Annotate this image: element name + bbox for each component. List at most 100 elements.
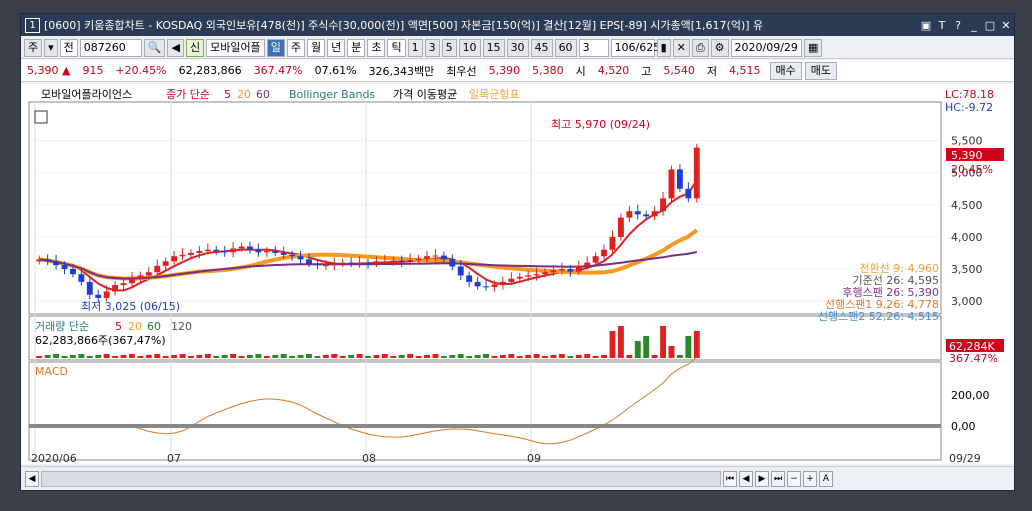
- interval-30[interactable]: 30: [506, 38, 529, 57]
- candle-body: [137, 275, 144, 279]
- volume-bar: [339, 356, 346, 358]
- interval-60[interactable]: 60: [554, 38, 577, 57]
- close-icon[interactable]: ✕: [998, 19, 1014, 32]
- volume-bar: [103, 354, 110, 358]
- volume-bar: [474, 355, 481, 358]
- candle-body: [188, 252, 194, 255]
- period-month[interactable]: 월: [306, 38, 326, 57]
- date-input[interactable]: 2020/09/29: [730, 38, 802, 57]
- prev-button[interactable]: 전: [59, 38, 78, 57]
- text-size-icon[interactable]: A: [819, 470, 833, 487]
- period-year[interactable]: 년: [327, 38, 346, 57]
- next-icon[interactable]: ▶: [755, 470, 769, 487]
- candle-body: [617, 217, 624, 237]
- period-tick[interactable]: 틱: [387, 38, 406, 57]
- stock-code-input[interactable]: 087260: [79, 38, 142, 57]
- interval-15[interactable]: 15: [482, 38, 505, 57]
- interval-1[interactable]: 1: [407, 38, 423, 57]
- candle-body: [601, 249, 608, 257]
- volume-bar: [221, 355, 228, 358]
- first-icon[interactable]: ⏮: [723, 470, 737, 487]
- volume-bar: [61, 356, 68, 358]
- volume-bar: [137, 356, 144, 358]
- amount: 326,343백만: [368, 64, 435, 78]
- period-week[interactable]: 주: [286, 38, 305, 57]
- last-icon[interactable]: ⏭: [771, 470, 785, 487]
- candle-body: [474, 281, 481, 287]
- crosshair-icon[interactable]: ✕: [672, 38, 690, 57]
- maximize-icon[interactable]: □: [982, 19, 998, 32]
- volume-bar: [626, 355, 633, 358]
- speaker-icon[interactable]: ◀: [167, 38, 184, 57]
- x-tick-label: 2020/06: [31, 452, 77, 464]
- volume-bar: [651, 355, 658, 358]
- candle-body: [449, 259, 456, 267]
- y-tick-label: 4,500: [951, 199, 983, 212]
- interval-10[interactable]: 10: [458, 38, 481, 57]
- help-icon[interactable]: ?: [950, 19, 966, 32]
- volume-bar: [567, 356, 574, 358]
- buy-button[interactable]: 매수: [769, 61, 802, 80]
- candle-body: [457, 266, 464, 276]
- candle-body: [162, 261, 169, 266]
- macd-tick-200: 200,00: [951, 389, 990, 402]
- minimize-icon[interactable]: _: [966, 19, 982, 32]
- interval-input[interactable]: 3: [578, 38, 609, 57]
- legend-ma-5: 5: [224, 88, 231, 101]
- open-price: 4,520: [597, 64, 630, 77]
- volume-bar: [449, 355, 456, 358]
- table-icon[interactable]: [34, 110, 48, 124]
- candle-body: [542, 272, 548, 275]
- candle-body: [128, 278, 135, 284]
- x-tick-label: 09: [527, 452, 541, 464]
- gear-icon[interactable]: ⚙: [710, 38, 729, 57]
- volume-bar: [238, 356, 245, 358]
- bars-icon[interactable]: ▮: [656, 38, 671, 57]
- chart-area[interactable]: 5,500 5,000 4,500 4,000 3,500 3,000 2020/06 07…: [21, 84, 1014, 465]
- market-select[interactable]: 주: [24, 38, 43, 57]
- volume-ma-5: 5: [115, 320, 122, 333]
- candle-body: [213, 249, 220, 252]
- volume-bar: [272, 355, 279, 358]
- candle-body: [230, 248, 237, 253]
- title-bar[interactable]: 1 [0600] 키움종합차트 - KOSDAQ 외국인보유[478(천)] 주…: [21, 14, 1014, 36]
- window-number: 1: [25, 17, 40, 33]
- best-label: 최우선: [446, 64, 477, 78]
- page-count: 106/625: [610, 38, 660, 57]
- new-label[interactable]: 신: [185, 38, 205, 57]
- zoom-in-icon[interactable]: +: [803, 470, 817, 487]
- main-toolbar: 주 ▾ 전 087260 🔍 ◀ 신 모바일어플 일 주 월 년 분 초 틱 1…: [21, 37, 1014, 59]
- text-icon[interactable]: T: [934, 19, 950, 32]
- volume-bar: [668, 346, 675, 358]
- chevron-down-icon[interactable]: ▾: [44, 38, 58, 57]
- interval-3[interactable]: 3: [424, 38, 440, 57]
- scroll-left-icon[interactable]: ◀: [25, 470, 39, 487]
- candle-body: [491, 284, 498, 288]
- print-icon[interactable]: ⎙: [691, 38, 709, 57]
- candle-body: [103, 291, 110, 298]
- period-second[interactable]: 초: [367, 38, 386, 57]
- interval-5[interactable]: 5: [441, 38, 457, 57]
- candle-body: [44, 259, 51, 262]
- period-day[interactable]: 일: [266, 38, 285, 57]
- candle-body: [314, 263, 321, 266]
- calendar-icon[interactable]: ▦: [803, 38, 823, 57]
- search-icon[interactable]: 🔍: [143, 38, 166, 57]
- zoom-out-icon[interactable]: −: [787, 470, 801, 487]
- period-minute[interactable]: 분: [347, 38, 366, 57]
- scroll-track[interactable]: [41, 470, 721, 487]
- candle-body: [499, 281, 506, 285]
- volume-bar: [432, 354, 439, 358]
- volume-bar: [424, 355, 430, 358]
- volume-bar: [499, 355, 506, 358]
- volume-bar: [609, 331, 616, 358]
- volume-bar: [542, 356, 548, 358]
- lc-label: LC:78.18: [945, 88, 994, 101]
- volume-bar: [145, 355, 152, 358]
- volume-bar: [466, 356, 473, 358]
- candle-body: [516, 276, 523, 279]
- prev-icon[interactable]: ◀: [739, 470, 753, 487]
- sell-button[interactable]: 매도: [804, 61, 838, 80]
- interval-45[interactable]: 45: [530, 38, 553, 57]
- pin-icon[interactable]: ▣: [918, 19, 934, 32]
